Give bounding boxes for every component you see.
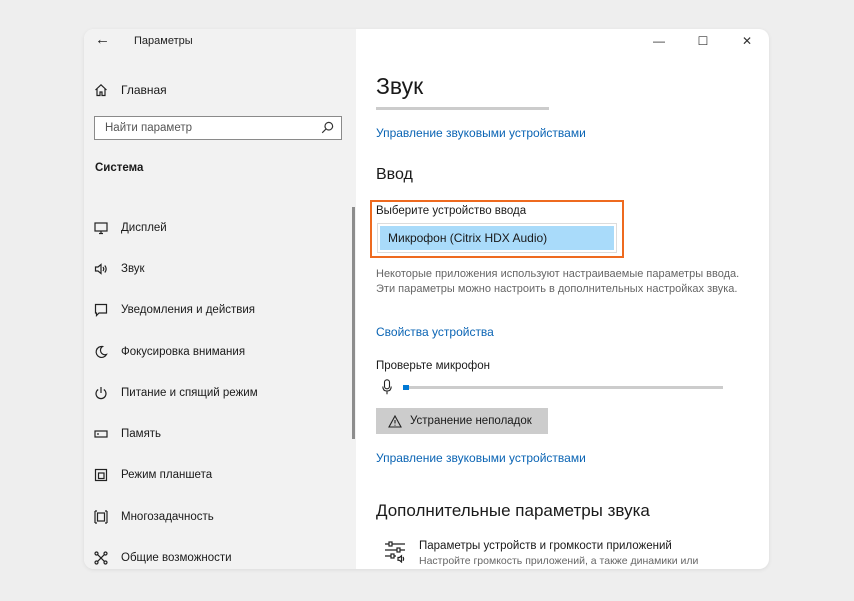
power-icon (95, 386, 107, 400)
title-underline (376, 107, 549, 110)
close-button[interactable]: ✕ (725, 29, 769, 53)
home-link[interactable]: Главная (94, 81, 167, 99)
speaker-icon (94, 263, 107, 275)
sidebar-scrollbar[interactable] (352, 207, 355, 439)
search-icon[interactable] (321, 121, 334, 134)
back-arrow-icon[interactable]: ← (95, 32, 111, 48)
notification-icon (94, 304, 108, 318)
sidebar-item-label: Дисплей (121, 221, 167, 234)
input-description: Некоторые приложения используют настраив… (376, 268, 740, 295)
main-content: — ☐ ✕ Звук Управление звуковыми устройст… (356, 29, 769, 569)
sidebar: ← Параметры Главная Система Дисплей Звук (84, 29, 356, 569)
device-properties-link[interactable]: Свойства устройства (376, 325, 494, 339)
sidebar-item-label: Уведомления и действия (121, 304, 256, 317)
sidebar-item-label: Фокусировка внимания (121, 345, 246, 358)
search-input[interactable] (95, 117, 320, 139)
warning-icon (388, 414, 402, 428)
search-box[interactable] (94, 116, 342, 140)
page-title: Звук (376, 73, 424, 99)
sidebar-item-tablet[interactable]: Режим планшета (84, 455, 356, 496)
app-volume-description: Настройте громкость приложений, а также … (419, 555, 699, 567)
maximize-button[interactable]: ☐ (681, 29, 725, 53)
app-volume-title: Параметры устройств и громкости приложен… (419, 540, 672, 552)
input-device-select[interactable]: Микрофон (Citrix HDX Audio) (377, 223, 617, 253)
input-heading: Ввод (376, 166, 413, 183)
sidebar-item-label: Многозадачность (121, 510, 214, 523)
sidebar-nav: Дисплей Звук Уведомления и действия Фоку… (84, 207, 356, 569)
advanced-sound-heading: Дополнительные параметры звука (376, 501, 650, 520)
moon-icon (95, 345, 108, 358)
manage-sound-devices-link[interactable]: Управление звуковыми устройствами (376, 126, 586, 140)
troubleshoot-button[interactable]: Устранение неполадок (376, 408, 548, 434)
sidebar-item-power[interactable]: Питание и спящий режим (84, 372, 356, 413)
sidebar-item-multitasking[interactable]: Многозадачность (84, 496, 356, 537)
sliders-icon (385, 541, 405, 563)
shared-experiences-icon (94, 551, 108, 565)
display-icon (94, 222, 108, 234)
sidebar-item-label: Питание и спящий режим (121, 386, 258, 399)
sidebar-item-focus[interactable]: Фокусировка внимания (84, 331, 356, 372)
selected-input-device[interactable]: Микрофон (Citrix HDX Audio) (380, 226, 614, 250)
mic-level-fill (403, 385, 410, 390)
tablet-icon (94, 469, 108, 482)
sidebar-item-storage[interactable]: Память (84, 413, 356, 454)
manage-sound-devices-link-bottom[interactable]: Управление звуковыми устройствами (376, 451, 586, 465)
window-controls: — ☐ ✕ (637, 29, 769, 53)
mic-level-meter (403, 385, 723, 390)
sidebar-item-label: Звук (121, 262, 145, 275)
home-icon (95, 83, 107, 97)
settings-window: ← Параметры Главная Система Дисплей Звук (84, 29, 769, 569)
sidebar-item-display[interactable]: Дисплей (84, 207, 356, 248)
sidebar-item-label: Режим планшета (121, 469, 213, 482)
title-bar: ← Параметры (84, 29, 356, 53)
sidebar-item-sound[interactable]: Звук (84, 248, 356, 289)
app-volume-settings[interactable]: Параметры устройств и громкости приложен… (384, 539, 698, 569)
troubleshoot-label: Устранение неполадок (410, 415, 532, 427)
minimize-button[interactable]: — (637, 29, 681, 53)
test-mic-label: Проверьте микрофон (376, 360, 491, 372)
multitasking-icon (94, 510, 108, 524)
section-title: Система (95, 162, 144, 174)
microphone-icon (382, 379, 392, 395)
sidebar-item-notifications[interactable]: Уведомления и действия (84, 290, 356, 331)
storage-icon (94, 430, 108, 438)
sidebar-item-shared[interactable]: Общие возможности (84, 537, 356, 569)
home-label: Главная (121, 83, 167, 97)
window-title: Параметры (134, 35, 193, 47)
sidebar-item-label: Память (121, 428, 162, 441)
choose-input-device-label: Выберите устройство ввода (376, 205, 527, 217)
sidebar-item-label: Общие возможности (121, 552, 232, 565)
